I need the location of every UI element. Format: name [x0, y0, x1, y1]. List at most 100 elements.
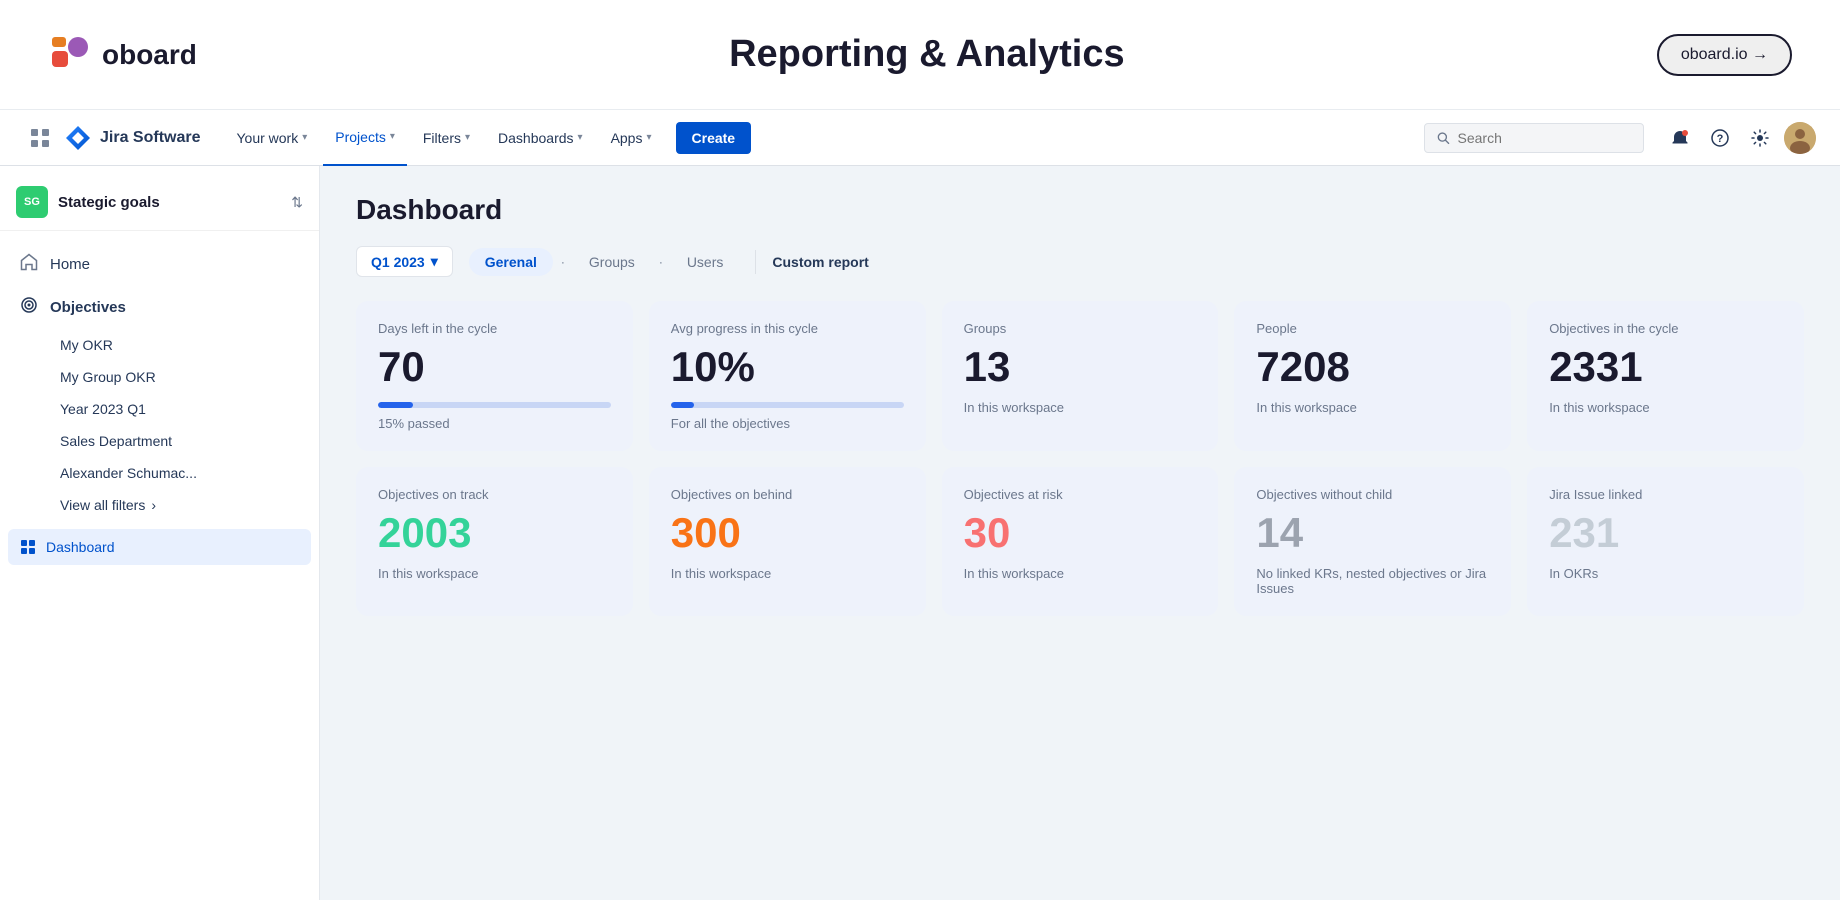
stat-sub-on-track: In this workspace [378, 566, 611, 581]
tab-divider [755, 250, 756, 274]
cycle-selector[interactable]: Q1 2023 ▾ [356, 246, 453, 277]
sidebar-item-dashboard[interactable]: Dashboard [8, 529, 311, 565]
stat-card-groups: Groups 13 In this workspace [942, 301, 1219, 451]
stat-sub-days-left: 15% passed [378, 416, 611, 431]
tab-dot-separator-2: · [659, 255, 663, 269]
stat-card-people: People 7208 In this workspace [1234, 301, 1511, 451]
sidebar-view-all-filters[interactable]: View all filters › [48, 489, 311, 521]
chevron-down-icon: ▾ [302, 132, 307, 143]
home-label: Home [50, 256, 90, 273]
tab-groups[interactable]: Groups [573, 248, 651, 276]
sidebar-nav: Home Objectives My OKR My Group OKR Year… [0, 239, 319, 525]
stat-card-days-left: Days left in the cycle 70 15% passed [356, 301, 633, 451]
stat-label-days-left: Days left in the cycle [378, 321, 611, 336]
main-area: SG Stategic goals ⇅ Home [0, 166, 1840, 900]
search-box[interactable] [1424, 123, 1644, 153]
stat-label-on-behind: Objectives on behind [671, 487, 904, 502]
sidebar: SG Stategic goals ⇅ Home [0, 166, 320, 900]
grid-icon[interactable] [24, 122, 56, 154]
stat-card-avg-progress: Avg progress in this cycle 10% For all t… [649, 301, 926, 451]
oboard-logo-icon [48, 33, 92, 77]
stat-value-on-track: 2003 [378, 510, 611, 556]
sidebar-sub-year-2023[interactable]: Year 2023 Q1 [48, 393, 311, 425]
workspace-selector[interactable]: SG Stategic goals ⇅ [0, 174, 319, 231]
workspace-left: SG Stategic goals [16, 186, 160, 218]
stat-value-without-child: 14 [1256, 510, 1489, 556]
sidebar-sub-alexander[interactable]: Alexander Schumac... [48, 457, 311, 489]
home-icon [20, 253, 38, 276]
sidebar-item-objectives[interactable]: Objectives [8, 286, 311, 329]
stat-label-people: People [1256, 321, 1489, 336]
stat-card-on-behind: Objectives on behind 300 In this workspa… [649, 467, 926, 616]
dashboard-icon [20, 539, 36, 555]
settings-icon[interactable] [1744, 122, 1776, 154]
stat-card-jira-issue: Jira Issue linked 231 In OKRs [1527, 467, 1804, 616]
tabs-row: Q1 2023 ▾ Gerenal · Groups · Users Custo… [356, 246, 1804, 277]
sidebar-item-home[interactable]: Home [8, 243, 311, 286]
sidebar-sub-items: My OKR My Group OKR Year 2023 Q1 Sales D… [8, 329, 311, 521]
stat-value-days-left: 70 [378, 344, 611, 390]
logo-area: oboard [48, 33, 197, 77]
dashboard-title: Dashboard [356, 194, 1804, 226]
chevron-down-icon: ▾ [431, 253, 438, 270]
stat-sub-at-risk: In this workspace [964, 566, 1197, 581]
stat-sub-on-behind: In this workspace [671, 566, 904, 581]
stat-value-avg-progress: 10% [671, 344, 904, 390]
stat-label-objectives-cycle: Objectives in the cycle [1549, 321, 1782, 336]
notification-icon[interactable] [1664, 122, 1696, 154]
chevron-down-icon: ▾ [390, 131, 395, 142]
content-area: Dashboard Q1 2023 ▾ Gerenal · Groups · U… [320, 166, 1840, 900]
sidebar-sub-sales[interactable]: Sales Department [48, 425, 311, 457]
stat-sub-jira-issue: In OKRs [1549, 566, 1782, 581]
chevron-down-icon: ▾ [646, 132, 651, 143]
progress-bar-avg [671, 402, 904, 408]
objectives-icon [20, 296, 38, 319]
oboard-link-button[interactable]: oboard.io → [1657, 34, 1792, 76]
workspace-toggle-icon[interactable]: ⇅ [291, 194, 303, 211]
stat-value-people: 7208 [1256, 344, 1489, 390]
stats-row-2: Objectives on track 2003 In this workspa… [356, 467, 1804, 616]
sidebar-sub-my-okr[interactable]: My OKR [48, 329, 311, 361]
create-button[interactable]: Create [676, 122, 752, 154]
search-input[interactable] [1458, 130, 1631, 146]
nav-your-work[interactable]: Your work ▾ [224, 110, 319, 166]
tab-users[interactable]: Users [671, 248, 740, 276]
nav-dashboards[interactable]: Dashboards ▾ [486, 110, 595, 166]
progress-fill-days [378, 402, 413, 408]
jira-software-label: Jira Software [100, 129, 200, 147]
stats-row-1: Days left in the cycle 70 15% passed Avg… [356, 301, 1804, 451]
stat-label-avg-progress: Avg progress in this cycle [671, 321, 904, 336]
sidebar-sub-group-okr[interactable]: My Group OKR [48, 361, 311, 393]
nav-projects[interactable]: Projects ▾ [323, 110, 407, 166]
stat-card-on-track: Objectives on track 2003 In this workspa… [356, 467, 633, 616]
stat-card-at-risk: Objectives at risk 30 In this workspace [942, 467, 1219, 616]
stat-value-jira-issue: 231 [1549, 510, 1782, 556]
dashboard-label: Dashboard [46, 539, 115, 555]
stat-sub-objectives-cycle: In this workspace [1549, 400, 1782, 415]
jira-diamond-icon [64, 124, 92, 152]
avatar[interactable] [1784, 122, 1816, 154]
stat-value-at-risk: 30 [964, 510, 1197, 556]
nav-icons: ? [1664, 122, 1816, 154]
search-icon [1437, 131, 1450, 145]
stat-sub-avg-progress: For all the objectives [671, 416, 904, 431]
chevron-down-icon: ▾ [465, 132, 470, 143]
logo-text: oboard [102, 39, 197, 71]
workspace-badge: SG [16, 186, 48, 218]
tab-dot-separator: · [561, 255, 565, 269]
stat-label-on-track: Objectives on track [378, 487, 611, 502]
custom-report-button[interactable]: Custom report [772, 254, 868, 270]
stat-label-groups: Groups [964, 321, 1197, 336]
stat-sub-people: In this workspace [1256, 400, 1489, 415]
stat-label-at-risk: Objectives at risk [964, 487, 1197, 502]
stat-card-objectives-cycle: Objectives in the cycle 2331 In this wor… [1527, 301, 1804, 451]
jira-navbar: Jira Software Your work ▾ Projects ▾ Fil… [0, 110, 1840, 166]
stat-card-without-child: Objectives without child 14 No linked KR… [1234, 467, 1511, 616]
page-title: Reporting & Analytics [729, 33, 1125, 76]
stat-label-jira-issue: Jira Issue linked [1549, 487, 1782, 502]
nav-filters[interactable]: Filters ▾ [411, 110, 482, 166]
chevron-down-icon: ▾ [578, 132, 583, 143]
nav-apps[interactable]: Apps ▾ [599, 110, 664, 166]
help-icon[interactable]: ? [1704, 122, 1736, 154]
tab-general[interactable]: Gerenal [469, 248, 553, 276]
